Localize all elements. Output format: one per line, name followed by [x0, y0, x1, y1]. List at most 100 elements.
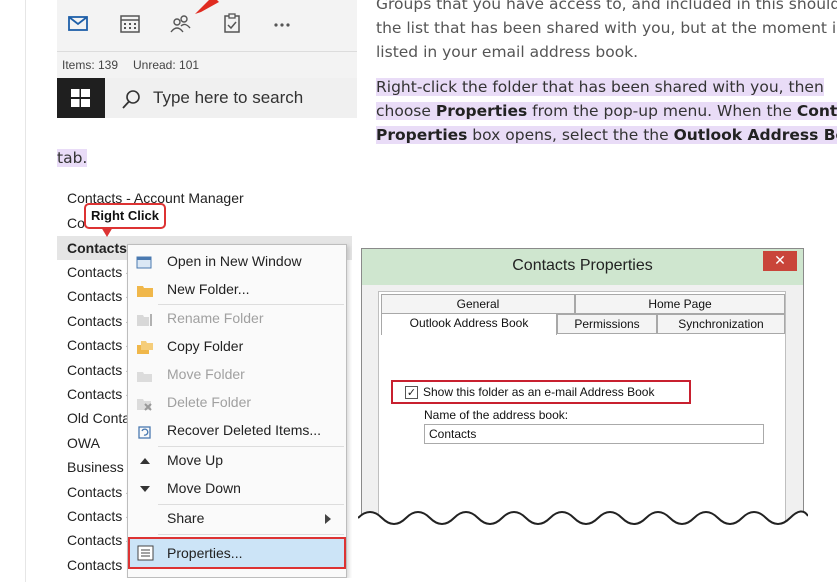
items-count: Items: 139: [62, 58, 119, 72]
taskbar-search-input[interactable]: Type here to search: [153, 88, 303, 108]
menu-copy-folder[interactable]: Copy Folder: [128, 333, 346, 361]
folder-item[interactable]: Contacts -: [67, 333, 131, 357]
outlook-toolbar: [57, 0, 357, 52]
tab-outlook-address-book[interactable]: Outlook Address Book: [381, 313, 557, 335]
menu-label: Share: [167, 510, 205, 526]
show-address-book-option: ✓ Show this folder as an e-mail Address …: [391, 380, 691, 404]
copy-folder-icon: [137, 341, 153, 354]
instruction-text: choose: [376, 102, 436, 120]
move-folder-icon: [137, 372, 152, 382]
menu-properties[interactable]: Properties...: [128, 537, 346, 569]
menu-label: Recover Deleted Items...: [167, 422, 322, 438]
paragraph-line: listed in your email address book.: [376, 43, 639, 61]
menu-label: Open in New Window: [167, 253, 302, 269]
menu-label: Properties...: [167, 545, 243, 561]
folder-context-menu: Open in New Window New Folder... Rename …: [127, 244, 347, 578]
tab-general[interactable]: General: [381, 294, 575, 314]
menu-move-down[interactable]: Move Down: [128, 475, 346, 503]
menu-delete-folder[interactable]: Delete Folder: [128, 389, 346, 417]
mail-icon[interactable]: [67, 12, 89, 34]
menu-open-new-window[interactable]: Open in New Window: [128, 248, 346, 276]
dialog-titlebar: Contacts Properties ✕: [362, 249, 803, 285]
folder-item[interactable]: Contacts -: [67, 382, 131, 406]
menu-label: Move Up: [167, 452, 224, 468]
outlook-address-book-emphasis: Outlook Address Book: [673, 126, 837, 144]
folder-item[interactable]: Contacts -: [67, 528, 131, 552]
menu-recover-deleted-items[interactable]: Recover Deleted Items...: [128, 417, 346, 445]
folder-item[interactable]: Business c: [67, 455, 135, 479]
show-address-book-checkbox[interactable]: ✓: [405, 386, 418, 399]
more-icon[interactable]: [271, 12, 293, 34]
recover-items-icon: [138, 426, 151, 439]
dialog-title: Contacts Properties: [512, 257, 653, 274]
people-icon[interactable]: [169, 12, 191, 34]
folder-item[interactable]: Contacts -: [67, 260, 131, 284]
tab-permissions[interactable]: Permissions: [557, 314, 657, 334]
folder-item[interactable]: Contacts -: [67, 309, 131, 333]
folder-item[interactable]: Contacts -: [67, 284, 131, 308]
outlook-status-bar: Items: 139 Unread: 101: [57, 52, 357, 78]
windows-logo-icon: [71, 89, 90, 107]
paragraph-right-click-instructions: Right-click the folder that has been sha…: [376, 75, 837, 147]
menu-label: Move Down: [167, 480, 241, 496]
instruction-line: tab.: [57, 149, 88, 167]
properties-icon: [137, 545, 154, 561]
menu-label: Delete Folder: [167, 394, 252, 410]
open-window-icon: [136, 256, 152, 269]
tasks-icon[interactable]: [221, 12, 243, 34]
menu-rename-folder[interactable]: Rename Folder: [128, 305, 346, 333]
folder-item[interactable]: Old Conta: [67, 406, 130, 430]
menu-move-up[interactable]: Move Up: [128, 447, 346, 475]
paragraph-line: Groups that you have access to, and incl…: [376, 0, 837, 13]
menu-share[interactable]: Share: [128, 505, 346, 533]
arrow-up-icon: [140, 458, 150, 464]
folder-item-selected[interactable]: Contacts: [67, 236, 127, 260]
menu-new-folder[interactable]: New Folder...: [128, 276, 346, 304]
arrow-down-icon: [140, 486, 150, 492]
red-arrow-icon: [195, 0, 219, 14]
address-book-name-field[interactable]: Contacts: [424, 424, 764, 444]
folder-item[interactable]: Contacts -: [67, 504, 131, 528]
properties-emphasis: Properties: [376, 126, 468, 144]
menu-label: New Folder...: [167, 281, 250, 297]
calendar-icon[interactable]: [119, 12, 141, 34]
menu-label: Rename Folder: [167, 310, 264, 326]
folder-item[interactable]: Co: [67, 211, 85, 235]
folder-item[interactable]: OWA: [67, 431, 100, 455]
sidebar-rule: [25, 0, 26, 582]
checkbox-label: Show this folder as an e-mail Address Bo…: [423, 385, 655, 399]
outlook-screenshot: Items: 139 Unread: 101 Type here to sear…: [57, 0, 357, 118]
instruction-line: Right-click the folder that has been sha…: [376, 78, 824, 96]
submenu-chevron-icon: [325, 514, 331, 524]
menu-label: Copy Folder: [167, 338, 244, 354]
instruction-text: from the pop-up menu. When the: [527, 102, 797, 120]
folder-item[interactable]: Contacts: [67, 553, 122, 577]
tab-synchronization[interactable]: Synchronization: [657, 314, 785, 334]
torn-edge: [358, 510, 808, 538]
contacts-properties-dialog: Contacts Properties ✕ General Home Page …: [361, 248, 804, 528]
folder-item[interactable]: Contacts -: [67, 480, 131, 504]
search-icon: [122, 90, 140, 109]
menu-label: Move Folder: [167, 366, 245, 382]
instruction-text: box opens, select the the: [467, 126, 674, 144]
unread-count: Unread: 101: [133, 58, 200, 72]
contacts-emphasis: Contacts: [796, 102, 837, 120]
rename-folder-icon: [137, 314, 152, 326]
close-button[interactable]: ✕: [763, 251, 797, 271]
folder-item[interactable]: Contacts -: [67, 358, 131, 382]
windows-start-button[interactable]: [57, 78, 105, 118]
windows-taskbar: Type here to search: [57, 78, 357, 118]
properties-emphasis: Properties: [435, 102, 528, 120]
paragraph-shared-lists: Groups that you have access to, and incl…: [376, 0, 837, 64]
folder-context-menu-screenshot: Contacts - Account Manager Co Contacts C…: [57, 186, 352, 578]
callout-pointer: [101, 227, 113, 237]
paragraph-line: the list that has been shared with you, …: [376, 19, 837, 37]
right-click-callout: Right Click: [84, 203, 166, 229]
tab-home-page[interactable]: Home Page: [575, 294, 785, 314]
address-book-name-label: Name of the address book:: [424, 408, 569, 422]
dialog-body: General Home Page Outlook Address Book P…: [378, 291, 786, 527]
menu-move-folder[interactable]: Move Folder: [128, 361, 346, 389]
new-folder-icon: [137, 286, 153, 297]
delete-folder-icon: [137, 399, 152, 411]
menu-separator: [158, 534, 344, 535]
